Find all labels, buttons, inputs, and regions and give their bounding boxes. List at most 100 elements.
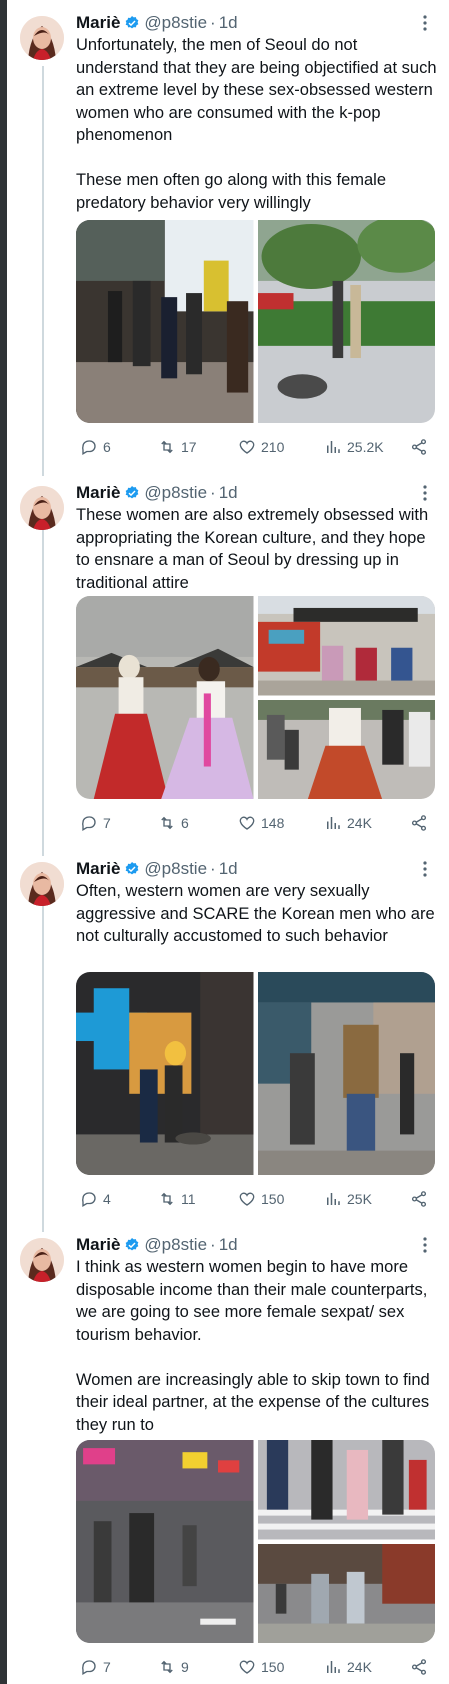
avatar[interactable] — [20, 486, 64, 530]
retweet-button[interactable]: 17 — [158, 438, 197, 456]
handle[interactable]: @p8stie — [144, 13, 207, 33]
tweet-header: Mariè @p8stie · 1d — [76, 482, 435, 504]
tweet-text: These women are also extremely obsessed … — [76, 506, 433, 592]
timestamp[interactable]: 1d — [219, 1235, 238, 1255]
retweet-button[interactable]: 11 — [158, 1190, 196, 1208]
separator-dot: · — [210, 13, 216, 32]
separator-dot: · — [210, 483, 216, 502]
tweet-actions: 7 9 150 24K — [76, 1656, 435, 1678]
avatar[interactable] — [20, 1238, 64, 1282]
heart-icon — [239, 1660, 255, 1674]
reply-icon — [82, 1660, 96, 1675]
reply-button[interactable]: 7 — [80, 814, 111, 832]
tweet-text: I think as western women begin to have m… — [76, 1258, 430, 1434]
views-button[interactable]: 24K — [324, 814, 372, 832]
media-grid — [76, 972, 435, 1175]
like-button[interactable]: 150 — [238, 1190, 284, 1208]
more-options-icon[interactable] — [415, 484, 435, 502]
like-button[interactable]: 148 — [238, 814, 284, 832]
reply-button[interactable]: 7 — [80, 1658, 111, 1676]
tweet-actions: 7 6 148 24K — [76, 812, 435, 834]
media-grid — [76, 220, 435, 423]
share-button[interactable] — [410, 1658, 428, 1676]
tweet[interactable]: Mariè @p8stie · 1d Unfortunately, the me… — [0, 0, 449, 470]
reply-count: 7 — [103, 1659, 111, 1675]
share-icon — [411, 1191, 427, 1207]
timestamp[interactable]: 1d — [219, 483, 238, 503]
share-icon — [411, 439, 427, 455]
share-button[interactable] — [410, 1190, 428, 1208]
photo-hanbok-palace[interactable] — [76, 596, 254, 799]
avatar[interactable] — [20, 16, 64, 60]
like-count: 210 — [261, 439, 285, 455]
share-icon — [411, 815, 427, 831]
photo-crosswalk-crowd[interactable] — [257, 1440, 435, 1540]
views-icon — [327, 817, 340, 829]
reply-count: 7 — [103, 815, 111, 831]
views-icon — [327, 441, 340, 453]
photo-sidewalk-walkers[interactable] — [257, 220, 435, 423]
verified-badge-icon — [126, 862, 139, 875]
tweet[interactable]: Mariè @p8stie · 1d These women are also … — [0, 470, 449, 846]
reply-button[interactable]: 4 — [80, 1190, 111, 1208]
photo-hanbok-street[interactable] — [257, 699, 435, 799]
photo-street-crowd-night[interactable] — [76, 220, 254, 423]
media-grid — [76, 596, 435, 799]
display-name[interactable]: Mariè — [76, 1235, 120, 1255]
verified-badge-icon — [126, 1238, 139, 1251]
share-button[interactable] — [410, 814, 428, 832]
retweet-button[interactable]: 9 — [158, 1658, 189, 1676]
like-count: 150 — [261, 1191, 285, 1207]
tweet-text: Often, western women are very sexually a… — [76, 882, 440, 945]
display-name[interactable]: Mariè — [76, 13, 120, 33]
heart-icon — [239, 816, 255, 830]
views-button[interactable]: 24K — [324, 1658, 372, 1676]
separator-dot: · — [210, 859, 216, 878]
avatar[interactable] — [20, 862, 64, 906]
reply-button[interactable]: 6 — [80, 438, 111, 456]
heart-icon — [239, 1192, 255, 1206]
timestamp[interactable]: 1d — [219, 859, 238, 879]
reply-icon — [82, 816, 96, 831]
views-icon — [327, 1661, 340, 1673]
photo-night-street-crowd[interactable] — [76, 1440, 254, 1643]
tweet-header: Mariè @p8stie · 1d — [76, 12, 435, 34]
share-button[interactable] — [410, 438, 428, 456]
view-count: 25.2K — [347, 439, 384, 455]
tweet-actions: 6 17 210 25.2K — [76, 436, 435, 458]
views-button[interactable]: 25K — [324, 1190, 372, 1208]
retweet-button[interactable]: 6 — [158, 814, 189, 832]
more-options-icon[interactable] — [415, 14, 435, 32]
photo-shopping-street-men[interactable] — [257, 972, 435, 1175]
tweet-header: Mariè @p8stie · 1d — [76, 858, 435, 880]
heart-icon — [239, 440, 255, 454]
tweet-actions: 4 11 150 25K — [76, 1188, 435, 1210]
display-name[interactable]: Mariè — [76, 483, 120, 503]
like-button[interactable]: 150 — [238, 1658, 284, 1676]
like-button[interactable]: 210 — [238, 438, 284, 456]
retweet-count: 17 — [181, 439, 197, 455]
more-options-icon[interactable] — [415, 860, 435, 878]
tweet[interactable]: Mariè @p8stie · 1d Often, western women … — [0, 846, 449, 1222]
view-count: 24K — [347, 1659, 372, 1675]
views-button[interactable]: 25.2K — [324, 438, 384, 456]
separator-dot: · — [210, 1235, 216, 1254]
retweet-count: 9 — [181, 1659, 189, 1675]
reply-count: 4 — [103, 1191, 111, 1207]
photo-alley-walkers[interactable] — [257, 1543, 435, 1643]
photo-hanbok-gate[interactable] — [257, 596, 435, 696]
timestamp[interactable]: 1d — [219, 13, 238, 33]
display-name[interactable]: Mariè — [76, 859, 120, 879]
more-options-icon[interactable] — [415, 1236, 435, 1254]
photo-pharmacy-sign-night[interactable] — [76, 972, 254, 1175]
retweet-icon — [161, 816, 173, 830]
retweet-count: 6 — [181, 815, 189, 831]
tweet[interactable]: Mariè @p8stie · 1d I think as western wo… — [0, 1222, 449, 1684]
share-icon — [411, 1659, 427, 1675]
handle[interactable]: @p8stie — [144, 859, 207, 879]
handle[interactable]: @p8stie — [144, 1235, 207, 1255]
media-grid — [76, 1440, 435, 1643]
tweet-header: Mariè @p8stie · 1d — [76, 1234, 435, 1256]
handle[interactable]: @p8stie — [144, 483, 207, 503]
verified-badge-icon — [126, 16, 139, 29]
